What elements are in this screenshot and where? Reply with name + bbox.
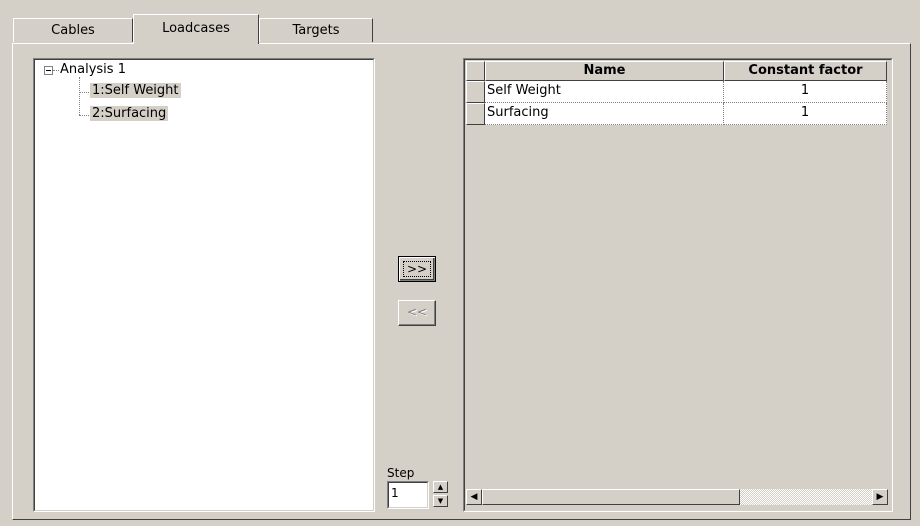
scroll-left-button[interactable]: ◀	[466, 489, 482, 505]
arrow-left-icon: ◀	[470, 492, 478, 502]
step-down-button[interactable]: ▼	[433, 495, 448, 507]
row-header[interactable]	[466, 81, 485, 103]
loadcases-tab-panel: Analysis 1 1:Self Weight 2:Surfacing >> …	[12, 43, 911, 520]
table-cell-name[interactable]: Self Weight	[485, 81, 724, 103]
step-label: Step	[387, 466, 415, 480]
tab-loadcases[interactable]: Loadcases	[133, 14, 259, 44]
add-loadcase-button[interactable]: >>	[398, 256, 436, 282]
column-header-name[interactable]: Name	[485, 61, 724, 81]
tree-node-analysis[interactable]: Analysis 1	[60, 62, 126, 77]
scroll-right-button[interactable]: ▶	[872, 489, 888, 505]
scrollbar-track[interactable]	[740, 489, 872, 505]
table-cell-factor[interactable]: 1	[724, 81, 887, 103]
scrollbar-thumb[interactable]	[482, 489, 740, 505]
collapse-icon[interactable]	[44, 66, 53, 75]
column-header-constant-factor[interactable]: Constant factor	[724, 61, 887, 81]
table-cell-factor[interactable]: 1	[724, 103, 887, 125]
arrow-up-icon: ▲	[437, 483, 444, 491]
row-header[interactable]	[466, 103, 485, 125]
arrow-right-icon: ▶	[876, 492, 884, 502]
loadcase-grid[interactable]: Name Constant factor Self Weight 1 Surfa…	[463, 58, 893, 512]
tab-cables[interactable]: Cables	[13, 18, 133, 42]
tree-node-surfacing[interactable]: 2:Surfacing	[90, 106, 169, 121]
tab-cables-label: Cables	[51, 23, 95, 38]
grid-corner	[466, 61, 485, 81]
step-input[interactable]: 1	[387, 481, 429, 509]
add-loadcase-button-label: >>	[403, 261, 431, 277]
tree-node-self-weight[interactable]: 1:Self Weight	[90, 83, 181, 98]
tab-loadcases-label: Loadcases	[162, 21, 230, 36]
tab-targets[interactable]: Targets	[259, 18, 373, 42]
remove-loadcase-button-label: <<	[406, 305, 428, 319]
arrow-down-icon: ▼	[437, 497, 444, 505]
loadcase-tree[interactable]: Analysis 1 1:Self Weight 2:Surfacing	[33, 58, 375, 512]
tab-targets-label: Targets	[292, 23, 340, 38]
step-up-button[interactable]: ▲	[433, 481, 448, 493]
remove-loadcase-button[interactable]: <<	[398, 300, 436, 326]
step-value: 1	[391, 486, 399, 500]
table-cell-name[interactable]: Surfacing	[485, 103, 724, 125]
